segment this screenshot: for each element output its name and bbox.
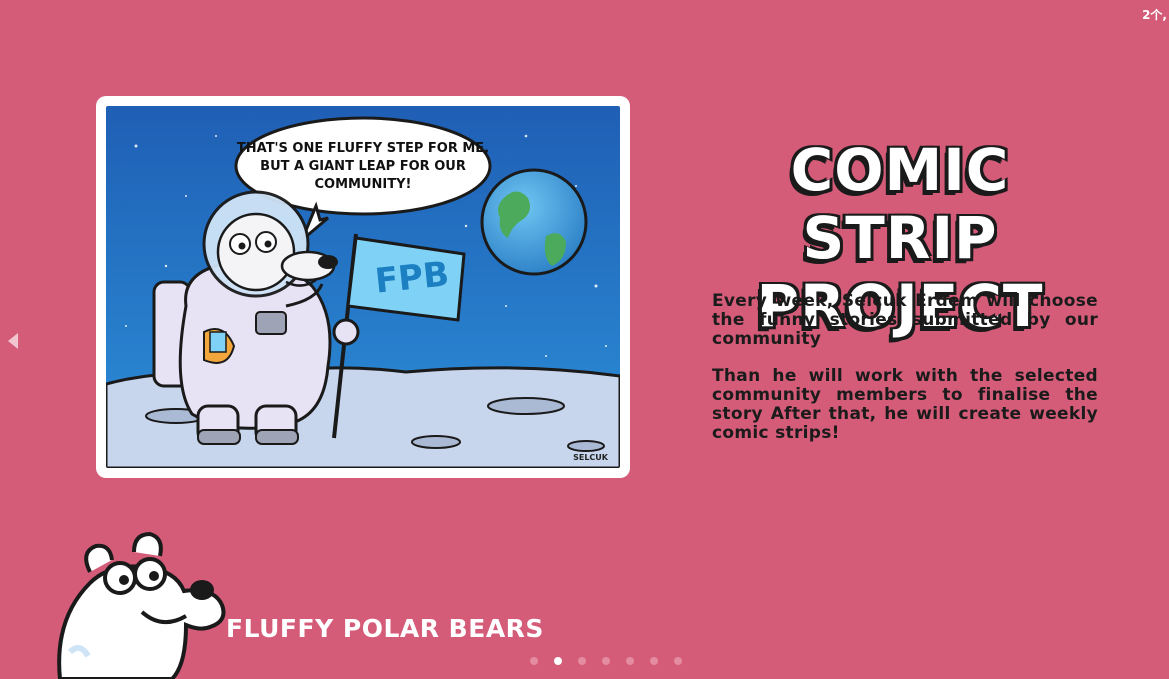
comic-illustration: THAT'S ONE FLUFFY STEP FOR ME, BUT A GIA… bbox=[106, 106, 620, 468]
chevron-left-icon[interactable] bbox=[8, 333, 18, 349]
carousel-dot-3[interactable] bbox=[578, 657, 586, 665]
description: Every week, Selcuk Erdem will choose the… bbox=[712, 292, 1098, 461]
carousel-dot-1[interactable] bbox=[530, 657, 538, 665]
artist-signature: SELCUK bbox=[573, 453, 608, 462]
comic-card: THAT'S ONE FLUFFY STEP FOR ME, BUT A GIA… bbox=[96, 96, 630, 478]
page-title-line-1: COMIC STRIP bbox=[790, 136, 1010, 272]
description-paragraph-1: Every week, Selcuk Erdem will choose the… bbox=[712, 291, 1098, 349]
carousel-dot-4[interactable] bbox=[602, 657, 610, 665]
carousel-pagination bbox=[530, 657, 682, 665]
page: 2个, THAT'S ONE FLUFFY STEP FOR ME, BUT A… bbox=[0, 0, 1169, 679]
brand-name: FLUFFY POLAR BEARS bbox=[226, 614, 544, 643]
carousel-dot-5[interactable] bbox=[626, 657, 634, 665]
corner-badge: 2个, bbox=[1142, 8, 1167, 22]
carousel-dot-2[interactable] bbox=[554, 657, 562, 665]
speech-bubble-text: THAT'S ONE FLUFFY STEP FOR ME, BUT A GIA… bbox=[236, 141, 490, 192]
description-paragraph-2: Than he will work with the selected comm… bbox=[712, 366, 1098, 443]
carousel-dot-6[interactable] bbox=[650, 657, 658, 665]
carousel-dot-7[interactable] bbox=[674, 657, 682, 665]
polar-bear-logo bbox=[57, 532, 226, 679]
